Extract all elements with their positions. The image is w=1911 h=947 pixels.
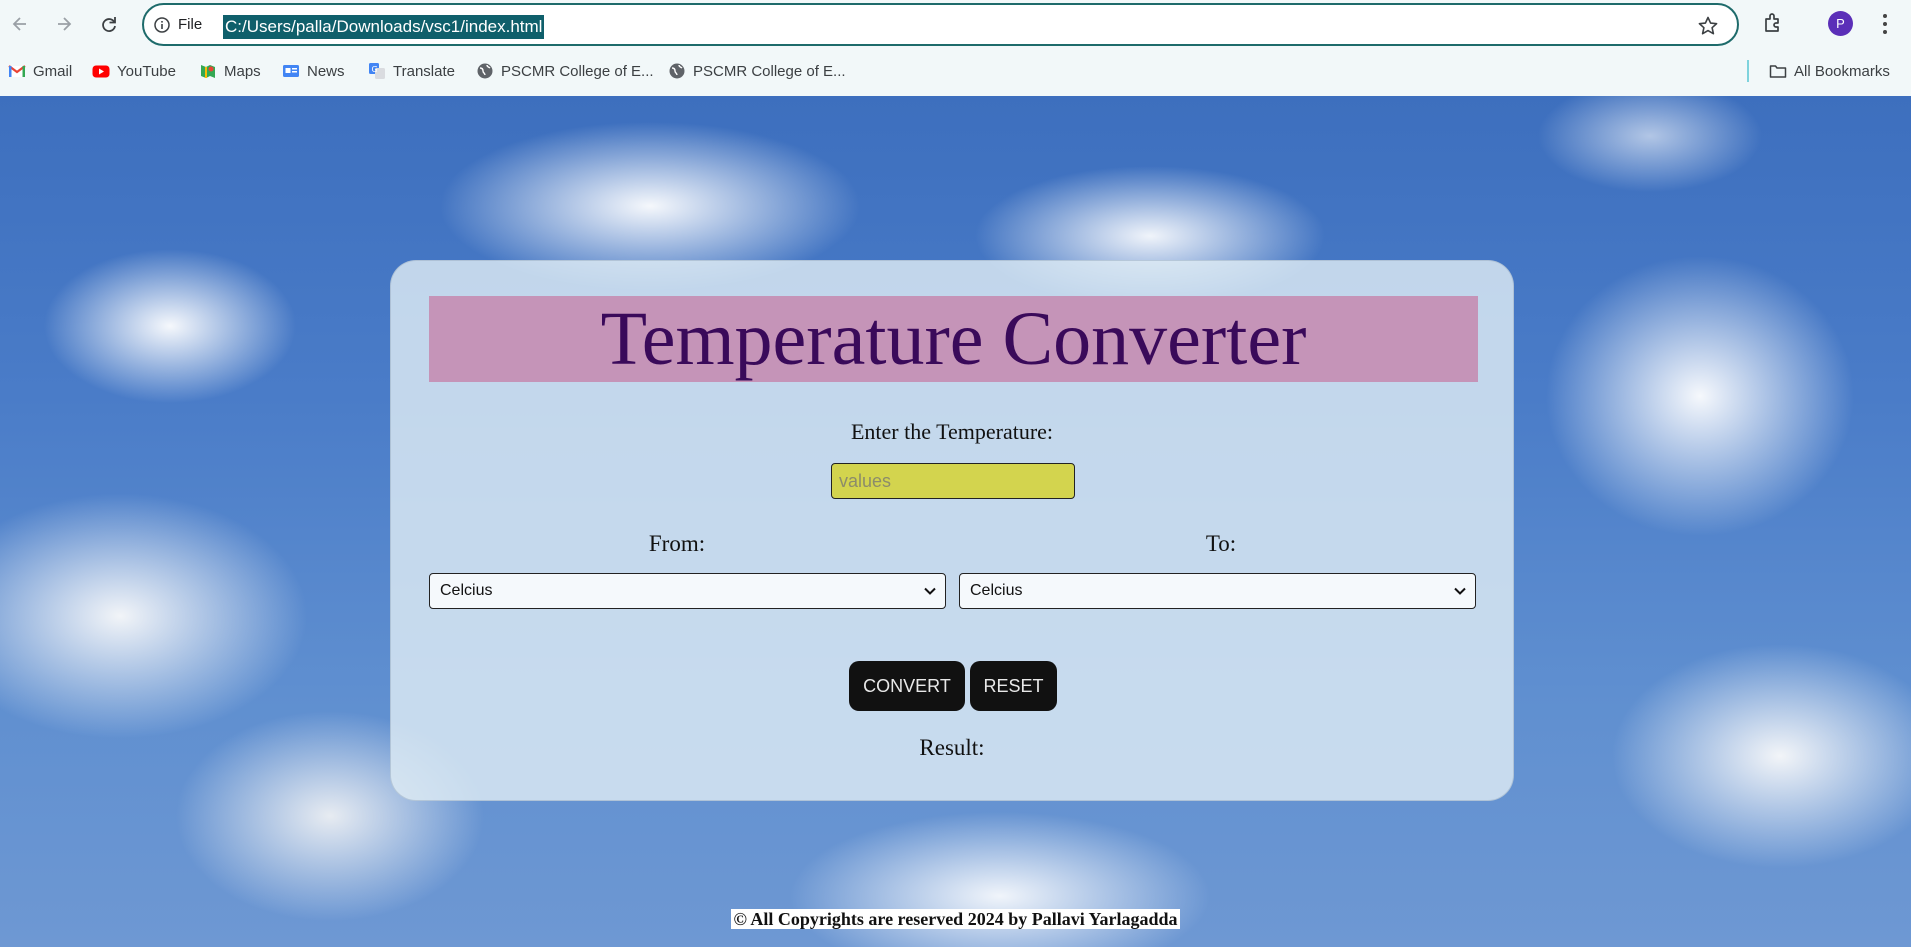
svg-text:G: G [372,65,378,74]
copyright-text: © All Copyrights are reserved 2024 by Pa… [731,909,1180,929]
info-icon [154,16,170,33]
all-bookmarks-button[interactable]: All Bookmarks [1769,62,1890,80]
bookmark-star-icon[interactable] [1697,15,1719,37]
news-icon [283,65,299,77]
bookmark-pscmr-2[interactable]: PSCMR College of E... [668,62,846,80]
title-banner: Temperature Converter [429,296,1478,382]
converter-panel: Temperature Converter Enter the Temperat… [390,260,1514,801]
reload-icon [102,17,116,32]
bookmark-news[interactable]: News [282,62,345,80]
forward-button[interactable] [50,10,78,38]
result-label: Result: [919,735,985,760]
chevron-down-icon [1454,587,1466,595]
bookmark-youtube[interactable]: YouTube [92,62,176,80]
globe-icon [477,63,493,79]
maps-icon [201,65,215,78]
menu-dots-icon[interactable] [1882,12,1888,34]
to-unit-select[interactable]: Celcius [959,573,1476,609]
back-button[interactable] [6,10,34,38]
profile-avatar[interactable]: P [1828,11,1853,36]
browser-toolbar: File C:/Users/palla/Downloads/vsc1/index… [0,0,1911,48]
page-viewport: Temperature Converter Enter the Temperat… [0,96,1911,947]
folder-icon [1769,65,1787,78]
from-unit-select[interactable]: Celcius [429,573,946,609]
from-label: From: [648,531,706,556]
reload-button[interactable] [95,10,123,38]
security-label: File [178,16,203,33]
to-label: To: [1205,531,1237,556]
bookmarks-divider [1747,60,1749,82]
translate-icon: G [369,63,385,79]
address-bar[interactable]: File C:/Users/palla/Downloads/vsc1/index… [142,3,1739,46]
chevron-down-icon [924,587,936,595]
extensions-icon[interactable] [1761,11,1785,35]
bookmark-translate[interactable]: G Translate [368,62,455,80]
site-info-button[interactable]: File [154,16,202,33]
temperature-input[interactable] [831,463,1075,499]
enter-temperature-label: Enter the Temperature: [850,419,1054,444]
page-title: Temperature Converter [600,297,1307,381]
forward-arrow-icon [58,17,72,31]
from-unit-value: Celcius [440,582,493,599]
bookmarks-bar: Gmail YouTube Maps News G Translate PSCM… [0,48,1911,96]
youtube-icon [92,65,110,78]
to-unit-value: Celcius [970,582,1023,599]
back-arrow-icon [12,17,26,31]
footer: © All Copyrights are reserved 2024 by Pa… [0,909,1911,930]
reset-button[interactable]: RESET [970,661,1057,711]
globe-icon [669,63,685,79]
url-text[interactable]: C:/Users/palla/Downloads/vsc1/index.html [223,15,545,39]
bookmark-maps[interactable]: Maps [199,62,261,80]
bookmark-gmail[interactable]: Gmail [8,62,72,80]
convert-button[interactable]: CONVERT [849,661,965,711]
gmail-icon [8,65,26,77]
bookmark-pscmr-1[interactable]: PSCMR College of E... [476,62,654,80]
